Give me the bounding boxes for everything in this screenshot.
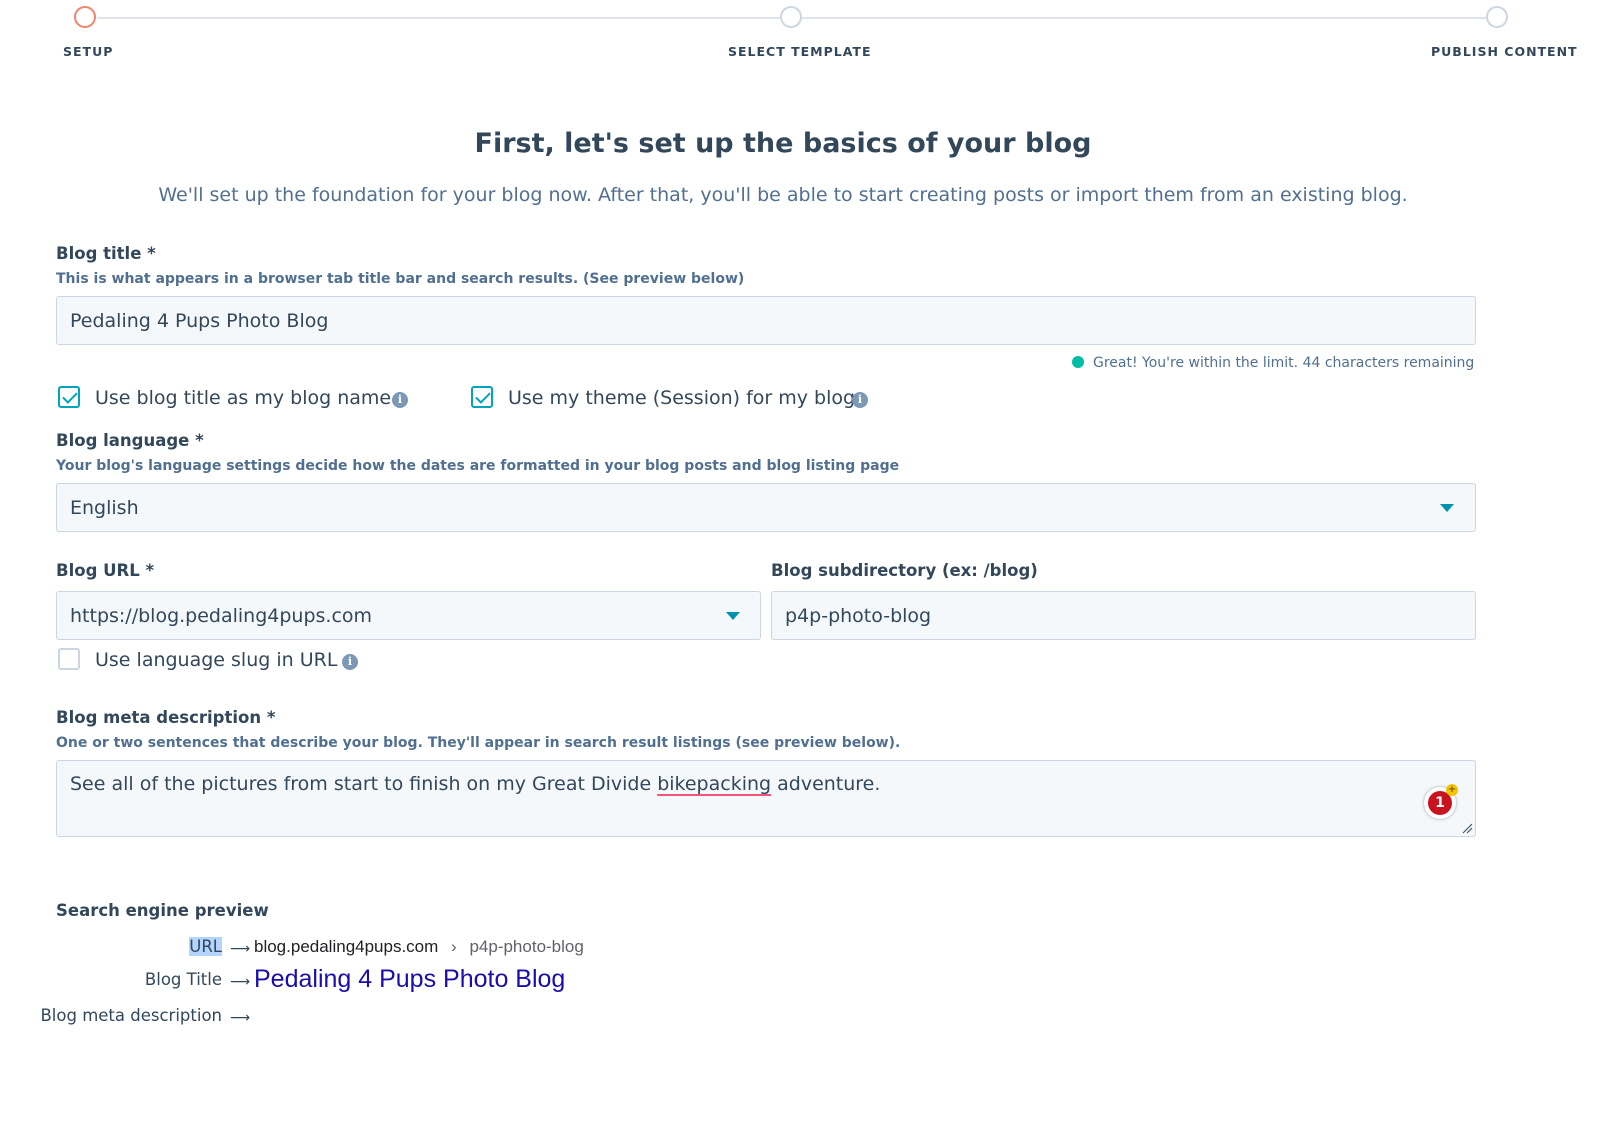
use-language-slug-label[interactable]: Use language slug in URL bbox=[95, 649, 337, 671]
spelling-flagged-word[interactable]: bikepacking bbox=[657, 773, 771, 795]
use-theme-label[interactable]: Use my theme (Session) for my blog bbox=[508, 387, 855, 409]
arrow-right-icon: ⟶ bbox=[230, 1010, 251, 1026]
preview-url-row: blog.pedaling4pups.com › p4p-photo-blog bbox=[254, 937, 584, 957]
chevron-down-icon bbox=[1440, 504, 1454, 512]
preview-blog-title: Pedaling 4 Pups Photo Blog bbox=[254, 965, 566, 993]
blog-language-help: Your blog's language settings decide how… bbox=[56, 458, 900, 474]
meta-description-text-end: adventure. bbox=[771, 773, 881, 795]
use-theme-checkbox[interactable] bbox=[471, 386, 493, 408]
blog-language-select[interactable]: English bbox=[56, 483, 1476, 532]
blog-subdirectory-input[interactable]: p4p-photo-blog bbox=[771, 591, 1476, 640]
success-dot-icon bbox=[1072, 356, 1084, 368]
blog-url-select[interactable]: https://blog.pedaling4pups.com bbox=[56, 591, 761, 640]
blog-title-value: Pedaling 4 Pups Photo Blog bbox=[70, 309, 329, 332]
checkmark-icon bbox=[62, 388, 78, 404]
use-language-slug-checkbox[interactable] bbox=[58, 648, 80, 670]
blog-url-label: Blog URL * bbox=[56, 561, 155, 580]
info-icon[interactable]: i bbox=[852, 392, 868, 408]
blog-url-value: https://blog.pedaling4pups.com bbox=[70, 604, 373, 627]
character-limit-status: Great! You're within the limit. 44 chara… bbox=[1072, 355, 1474, 371]
resize-handle-icon[interactable] bbox=[1461, 822, 1473, 834]
use-title-as-name-label[interactable]: Use blog title as my blog name bbox=[95, 387, 391, 409]
preview-url-path: p4p-photo-blog bbox=[469, 937, 584, 956]
page-title: First, let's set up the basics of your b… bbox=[474, 128, 1092, 159]
chevron-down-icon bbox=[726, 612, 740, 620]
blog-title-help: This is what appears in a browser tab ti… bbox=[56, 271, 745, 287]
page-subtitle: We'll set up the foundation for your blo… bbox=[158, 184, 1408, 206]
step-setup-label: SETUP bbox=[63, 44, 114, 59]
step-publish-content-circle bbox=[1486, 6, 1508, 28]
meta-description-help: One or two sentences that describe your … bbox=[56, 735, 901, 751]
blog-title-input[interactable]: Pedaling 4 Pups Photo Blog bbox=[56, 296, 1476, 345]
preview-url-domain: blog.pedaling4pups.com bbox=[254, 937, 439, 956]
character-limit-text: Great! You're within the limit. 44 chara… bbox=[1093, 355, 1475, 371]
info-icon[interactable]: i bbox=[392, 392, 408, 408]
meta-description-text: See all of the pictures from start to fi… bbox=[70, 773, 658, 795]
step-setup-circle bbox=[74, 6, 96, 28]
use-title-as-name-checkbox[interactable] bbox=[58, 386, 80, 408]
plus-icon: + bbox=[1446, 784, 1458, 796]
breadcrumb-separator-icon: › bbox=[451, 937, 457, 956]
meta-description-label: Blog meta description * bbox=[56, 708, 276, 727]
stepper-line-1 bbox=[97, 17, 780, 19]
preview-meta-description-label: Blog meta description bbox=[40, 1006, 222, 1025]
blog-title-label: Blog title * bbox=[56, 244, 156, 263]
arrow-right-icon: ⟶ bbox=[230, 974, 251, 990]
blog-language-label: Blog language * bbox=[56, 431, 204, 450]
grammar-checker-badge[interactable]: 1 + bbox=[1424, 784, 1458, 819]
step-select-template-label: SELECT TEMPLATE bbox=[728, 44, 872, 59]
blog-language-value: English bbox=[70, 496, 139, 519]
progress-stepper: SETUP SELECT TEMPLATE PUBLISH CONTENT bbox=[0, 0, 1600, 70]
checkmark-icon bbox=[475, 388, 491, 404]
preview-url-label-wrap: URL bbox=[60, 937, 222, 956]
blog-subdirectory-label: Blog subdirectory (ex: /blog) bbox=[771, 561, 1038, 580]
preview-url-label: URL bbox=[189, 937, 222, 956]
meta-description-textarea[interactable]: See all of the pictures from start to fi… bbox=[56, 760, 1476, 837]
preview-blog-title-label: Blog Title bbox=[144, 970, 222, 989]
blog-subdirectory-value: p4p-photo-blog bbox=[785, 604, 932, 627]
arrow-right-icon: ⟶ bbox=[230, 941, 251, 957]
stepper-line-2 bbox=[802, 17, 1486, 19]
search-preview-title: Search engine preview bbox=[56, 901, 269, 920]
step-select-template-circle bbox=[780, 6, 802, 28]
step-publish-content-label: PUBLISH CONTENT bbox=[1431, 44, 1578, 59]
info-icon[interactable]: i bbox=[342, 654, 358, 670]
